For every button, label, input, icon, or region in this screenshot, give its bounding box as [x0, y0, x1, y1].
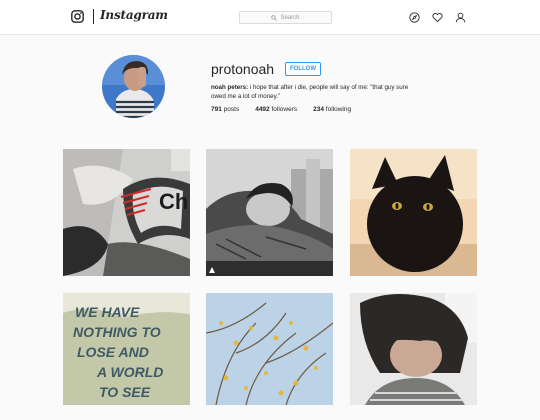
top-navigation-bar: Instagram Search — [0, 0, 540, 35]
post-thumbnail-portrait-hair[interactable] — [350, 293, 477, 420]
post-thumbnail-black-cat[interactable] — [350, 149, 477, 276]
posts-stat: 791 posts — [211, 106, 239, 113]
following-label: following — [324, 106, 352, 113]
person-icon[interactable] — [455, 12, 466, 23]
quote-line-2: NOTHING TO — [73, 324, 161, 340]
profile-avatar[interactable] — [102, 55, 165, 118]
followers-label: followers — [269, 106, 298, 113]
search-icon — [271, 14, 278, 21]
post-thumbnail-graffiti[interactable]: Ch — [63, 149, 190, 276]
quote-line-5: TO SEE — [99, 384, 151, 400]
profile-bio: noah peters: i hope that after i die, pe… — [211, 84, 411, 101]
post-thumbnail-quote[interactable]: WE HAVE NOTHING TO LOSE AND A WORLD TO S… — [63, 293, 190, 420]
posts-count: 791 — [211, 106, 222, 113]
heart-icon[interactable] — [432, 12, 443, 23]
posts-label: posts — [221, 106, 240, 113]
search-input[interactable]: Search — [239, 11, 332, 24]
followers-stat[interactable]: 4492 followers — [255, 106, 297, 113]
profile-stats: 791 posts 4492 followers 234 following — [211, 106, 367, 113]
graffiti-text: Ch — [159, 189, 188, 214]
instagram-wordmark[interactable]: Instagram — [100, 8, 168, 22]
compass-icon[interactable] — [409, 12, 420, 23]
follow-button[interactable]: FOLLOW — [285, 62, 321, 76]
quote-line-1: WE HAVE — [75, 304, 140, 320]
followers-count: 4492 — [255, 106, 270, 113]
logo-divider — [93, 9, 94, 24]
search-placeholder: Search — [280, 14, 300, 21]
following-stat[interactable]: 234 following — [313, 106, 351, 113]
profile-username: protonoah — [211, 61, 275, 77]
quote-line-4: A WORLD — [96, 364, 163, 380]
post-thumbnail-portrait-bw[interactable] — [206, 149, 333, 276]
quote-line-3: LOSE AND — [77, 344, 149, 360]
following-count: 234 — [313, 106, 324, 113]
bio-name: noah peters: — [211, 84, 249, 91]
post-thumbnail-tree-branches[interactable] — [206, 293, 333, 420]
instagram-camera-icon[interactable] — [71, 10, 84, 23]
